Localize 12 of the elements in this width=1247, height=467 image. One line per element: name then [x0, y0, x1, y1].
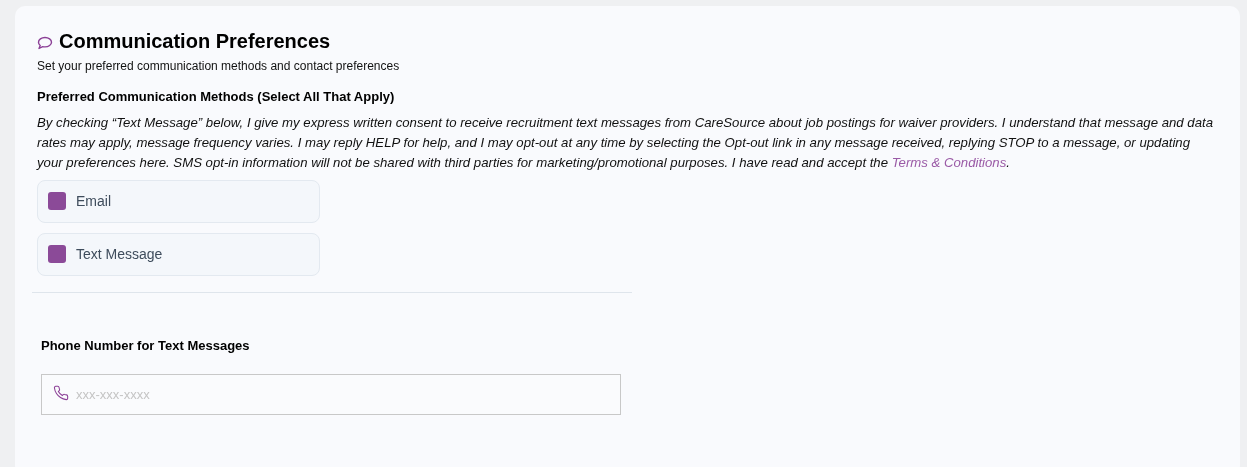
phone-icon: [53, 385, 69, 401]
section-subtitle: Set your preferred communication methods and contact preferences: [37, 58, 401, 75]
consent-text: By checking “Text Message” below, I give my express written consent to receive recruitment text messages from CareSource about job postings for waiver providers. I understand that message and data rates may apply, message frequency varies. I may reply HELP for help, and I may opt-out at any time by selecting the Opt-out link in any message received, replying STOP to a message, or updating your preferences here. SMS opt-in information will not be shared with third parties for marketing/promotional purposes. I have read and accept the Terms & Conditions.: [37, 113, 1214, 172]
section-title: Communication Preferences: [59, 29, 331, 54]
speech-bubble-icon: [37, 35, 53, 50]
checkbox-option[interactable]: Email: [37, 179, 320, 223]
checkbox[interactable]: [48, 192, 66, 210]
checkbox-option[interactable]: Text Message: [37, 232, 320, 276]
phone-label: Phone Number for Text Messages: [41, 336, 251, 355]
phone-input[interactable]: xxx-xxx-xxxx: [41, 374, 621, 415]
checkbox[interactable]: [48, 245, 66, 263]
methods-heading: Preferred Communication Methods (Select All That Apply): [37, 88, 396, 106]
